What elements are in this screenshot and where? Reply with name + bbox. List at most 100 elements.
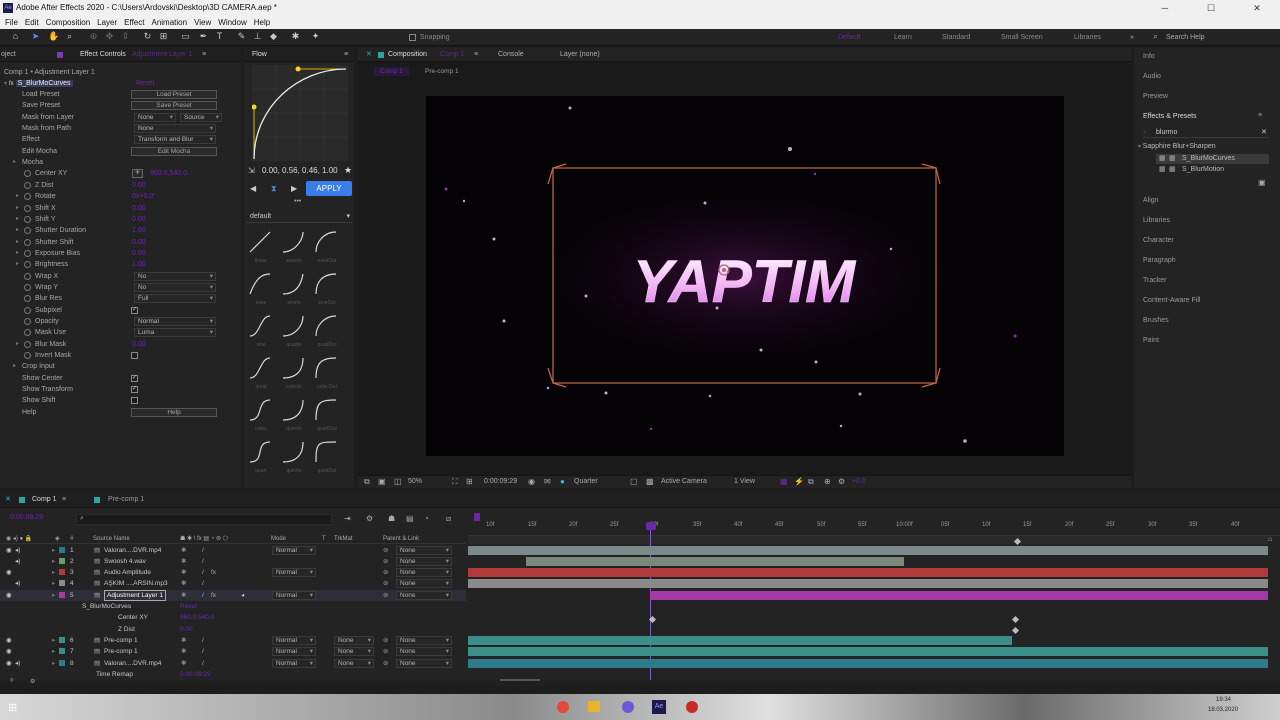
graph-editor-icon[interactable]: ⧄ (446, 514, 451, 524)
opacity-dropdown[interactable]: Normal (134, 317, 216, 326)
eye-visibility-icon[interactable]: ◉ (6, 658, 12, 669)
parent-header[interactable]: Parent & Link (383, 535, 419, 544)
layer-name[interactable]: Valoran....DVR.mp4 (104, 658, 161, 669)
stopwatch-icon[interactable] (24, 193, 31, 201)
expand-icon[interactable]: ▸ (52, 646, 55, 657)
timeline-layer-row[interactable]: ◉ ▸ 3 ▤Audio Amplitude ✱ / fx Normal ⊚ None (0, 567, 466, 578)
panel-effects-presets[interactable]: Effects & Presets (1143, 113, 1197, 120)
zoom-slider[interactable] (500, 679, 540, 681)
breadcrumb-precomp1[interactable]: Pre-comp 1 (425, 67, 459, 76)
center-xy-value[interactable]: 960.0,540.0 (150, 168, 187, 179)
type-tool-icon[interactable]: T (214, 31, 225, 42)
quality-switch-icon[interactable]: / (202, 590, 204, 601)
layer-parent-dropdown[interactable]: None (396, 579, 452, 588)
flow-curve-cubicOut[interactable] (314, 356, 340, 382)
flow-preset-dropdown[interactable]: default ▾ (246, 211, 352, 223)
panel-info[interactable]: Info (1143, 53, 1155, 60)
menu-composition[interactable]: Composition (46, 18, 90, 27)
panel-brushes[interactable]: Brushes (1143, 317, 1169, 324)
eraser-tool-icon[interactable]: ◆ (268, 31, 279, 42)
layer-mode-dropdown[interactable]: Normal (272, 546, 316, 555)
flow-curve-quintOut[interactable] (314, 440, 340, 466)
layer-trkmat-dropdown[interactable]: None (334, 659, 374, 668)
flow-curve-graph[interactable] (252, 65, 348, 161)
eye-visibility-icon[interactable]: ◉ (6, 635, 12, 646)
layer-mode-dropdown[interactable]: Normal (272, 659, 316, 668)
effects-group[interactable]: ▾ Sapphire Blur+Sharpen (1138, 143, 1216, 150)
layer-name[interactable]: Pre-comp 1 (104, 635, 138, 646)
effect-expand-icon[interactable]: ▾ (4, 81, 7, 87)
timeline-timecode[interactable]: 0:00:09:29 (10, 514, 43, 521)
time-remap-row[interactable]: Time Remap 0:00:09:29 (0, 669, 466, 680)
panel-menu-icon[interactable]: ≡ (202, 48, 206, 62)
label-color-chip[interactable] (59, 580, 65, 586)
stopwatch-icon[interactable] (24, 295, 31, 303)
quality-switch-icon[interactable]: / (202, 556, 204, 567)
z-dist-value[interactable]: 0.00 (132, 180, 146, 191)
transparency-grid-icon[interactable]: ▩ (646, 477, 654, 486)
zoom-dropdown[interactable]: 50% (408, 478, 422, 485)
timeline-layer-row[interactable]: ◉◂) ▸ 1 ▤Valoran....DVR.mp4 ✱ / Normal ⊚ None (0, 545, 466, 556)
menu-layer[interactable]: Layer (97, 18, 117, 27)
fast-preview-icon[interactable]: ⚡ (794, 477, 804, 486)
shy-switch-icon[interactable]: ✱ (181, 635, 186, 646)
flow-apply-button[interactable]: APPLY (306, 181, 352, 196)
draft-3d-icon[interactable]: ⚙ (366, 514, 373, 523)
parent-pickwhip-icon[interactable]: ⊚ (383, 567, 388, 578)
expand-icon[interactable]: ▸ (16, 214, 19, 225)
render-time-icon[interactable]: ⌾ (10, 678, 14, 685)
flow-more-icon[interactable]: ••• (294, 198, 301, 205)
expand-icon[interactable]: ▸ (13, 157, 16, 168)
timeline-layer-row[interactable]: ◂) ▸ 4 ▤ AŞKIM ....ARSIN.mp3 ✱ / ⊚ None (0, 578, 466, 589)
audio-icon[interactable]: ◂) (15, 545, 20, 556)
close-icon[interactable]: ✕ (5, 495, 11, 503)
orbit-camera-icon[interactable]: ⊕ (88, 31, 99, 42)
effect-result-blurmocurves[interactable]: ▦ ▦ S_BlurMoCurves (1156, 154, 1269, 164)
shy-switch-icon[interactable]: ✱ (181, 567, 186, 578)
layer-name[interactable]: Adjustment Layer 1 (104, 590, 167, 601)
mask-from-layer-dropdown[interactable]: None (134, 112, 176, 122)
expand-icon[interactable]: ▸ (52, 545, 55, 556)
flow-curve-sine[interactable] (248, 314, 274, 340)
chrome-app-icon[interactable] (557, 701, 569, 713)
panel-audio[interactable]: Audio (1143, 73, 1161, 80)
help-button[interactable]: Help (131, 407, 217, 417)
shy-switch-icon[interactable]: ✱ (181, 556, 186, 567)
flow-tab[interactable]: Flow (252, 48, 267, 62)
stopwatch-icon[interactable] (24, 272, 31, 280)
parent-pickwhip-icon[interactable]: ⊚ (383, 578, 388, 589)
label-color-chip[interactable] (59, 547, 65, 553)
flow-favorite-icon[interactable]: ★ (344, 165, 352, 176)
snapping-checkbox[interactable] (409, 34, 416, 41)
timeline-layer-row[interactable]: ◂) ▸ 2 ▤ Swoosh 4.wav ✱ / ⊚ None (0, 556, 466, 567)
blur-mask-value[interactable]: 0.00 (132, 339, 146, 350)
adjustment-layer-icon[interactable]: ◕ (241, 590, 245, 601)
composition-tab[interactable]: Composition (388, 48, 427, 62)
shy-switch-icon[interactable]: ✱ (181, 658, 186, 669)
audio-icon[interactable]: ◂) (15, 658, 20, 669)
expand-icon[interactable]: ▸ (16, 225, 19, 236)
flow-values[interactable]: 0.00, 0.56, 0.46, 1.00 (262, 166, 338, 175)
layer-duration-bar[interactable] (468, 659, 1268, 668)
brightness-value[interactable]: 1.00 (132, 259, 146, 270)
workspace-default[interactable]: Default (838, 32, 860, 43)
layer-duration-bar[interactable] (650, 591, 1268, 600)
panel-tracker[interactable]: Tracker (1143, 277, 1166, 284)
pan-behind-icon[interactable]: ⊞ (158, 31, 169, 42)
flow-ease-both-icon[interactable]: ⧗ (271, 184, 277, 194)
stopwatch-icon[interactable] (24, 352, 31, 360)
timeline-menu-icon[interactable]: ≡ (62, 496, 66, 503)
layer-name[interactable]: AŞKIM ....ARSIN.mp3 (104, 578, 168, 589)
resolution-dropdown[interactable]: Quarter (574, 478, 598, 485)
masks-icon[interactable]: ◫ (394, 477, 402, 486)
views-dropdown[interactable]: 1 View (734, 478, 755, 485)
settings-icon[interactable]: ⚙ (838, 477, 845, 486)
stopwatch-icon[interactable] (24, 340, 31, 348)
composition-viewer[interactable]: YAPTIM (426, 96, 1064, 456)
stopwatch-icon[interactable] (24, 170, 31, 178)
shy-layers-icon[interactable]: ☗ (388, 514, 395, 523)
expand-icon[interactable]: ▸ (16, 339, 19, 350)
flow-next-icon[interactable]: ▶ (291, 184, 297, 193)
maximize-button[interactable]: ☐ (1188, 0, 1234, 16)
stopwatch-icon[interactable] (24, 204, 31, 212)
